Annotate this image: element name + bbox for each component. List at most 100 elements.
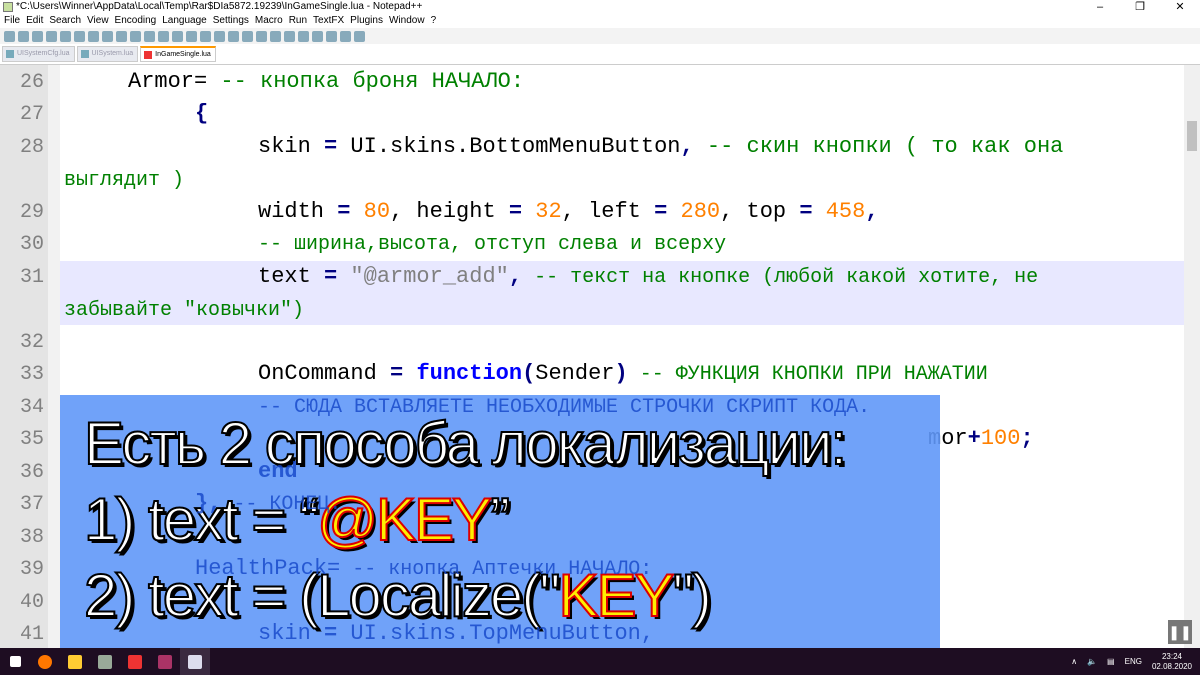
network-icon[interactable]: ▤ bbox=[1107, 657, 1115, 666]
taskbar-firefox[interactable] bbox=[30, 648, 60, 675]
save-all-icon[interactable] bbox=[46, 30, 57, 42]
open-file-icon[interactable] bbox=[18, 30, 29, 42]
menu-view[interactable]: View bbox=[87, 15, 109, 26]
code-comment: -- ФУНКЦИЯ КНОПКИ ПРИ НАЖАТИИ bbox=[627, 363, 988, 386]
tab-uisystem[interactable]: UISystem.lua bbox=[76, 46, 139, 62]
menu-file[interactable]: File bbox=[4, 15, 20, 26]
language-indicator[interactable]: ENG bbox=[1125, 657, 1142, 666]
taskbar-notepadpp[interactable] bbox=[180, 648, 210, 675]
run-macro-icon[interactable] bbox=[340, 30, 351, 42]
code-token: , top bbox=[720, 199, 800, 224]
menu-encoding[interactable]: Encoding bbox=[115, 15, 157, 26]
notepad-icon bbox=[188, 654, 202, 669]
toolbar bbox=[0, 28, 1200, 44]
taskbar-explorer[interactable] bbox=[60, 648, 90, 675]
code-line-26: Armor= -- кнопка броня НАЧАЛО: bbox=[128, 69, 524, 94]
scrollbar-thumb[interactable] bbox=[1187, 121, 1197, 151]
undo-icon[interactable] bbox=[144, 30, 155, 42]
menu-search[interactable]: Search bbox=[49, 15, 81, 26]
app-icon bbox=[98, 654, 112, 669]
code-token: OnCommand bbox=[258, 361, 377, 386]
caption-text: ") bbox=[672, 561, 713, 630]
caption-overlay: Есть 2 способа локализации: 1) text = “@… bbox=[60, 395, 940, 648]
code-line-39: HealthPack= -- кнопка Аптечки НАЧАЛО: bbox=[195, 556, 652, 581]
taskbar-winrar[interactable] bbox=[150, 648, 180, 675]
line-number: 39 bbox=[19, 558, 44, 581]
tab-bar: UISystemCfg.lua UISystem.lua InGameSingl… bbox=[0, 46, 216, 62]
code-comment: -- текст на кнопке (любой какой хотите, … bbox=[522, 266, 1039, 289]
title-bar: *C:\Users\Winner\AppData\Local\Temp\Rar$… bbox=[0, 0, 1200, 14]
chevron-up-icon[interactable]: ∧ bbox=[1071, 657, 1077, 666]
line-number: 28 bbox=[19, 136, 44, 159]
line-number: 41 bbox=[19, 623, 44, 646]
line-number: 34 bbox=[19, 396, 44, 419]
code-token: }, bbox=[195, 491, 222, 516]
close-icon[interactable] bbox=[60, 30, 71, 42]
code-comment: -- скин кнопки ( то как она bbox=[693, 134, 1064, 159]
new-file-icon[interactable] bbox=[4, 30, 15, 42]
zoom-in-icon[interactable] bbox=[200, 30, 211, 42]
code-line-30: -- ширина,высота, отступ слева и всерху bbox=[258, 233, 727, 256]
menu-settings[interactable]: Settings bbox=[213, 15, 249, 26]
vertical-scrollbar[interactable] bbox=[1184, 65, 1200, 649]
caption-line-1: Есть 2 способа локализации: bbox=[83, 409, 848, 478]
menu-textfx[interactable]: TextFX bbox=[313, 15, 344, 26]
sync-h-icon[interactable] bbox=[242, 30, 253, 42]
tab-ingamesingle[interactable]: InGameSingle.lua bbox=[140, 46, 216, 62]
line-number: 29 bbox=[19, 201, 44, 224]
caption-text: ” bbox=[489, 485, 511, 554]
taskbar-app[interactable] bbox=[90, 648, 120, 675]
caption-key: @KEY bbox=[316, 485, 493, 554]
save-macro-icon[interactable] bbox=[354, 30, 365, 42]
code-line-36: end bbox=[258, 459, 298, 484]
find-icon[interactable] bbox=[172, 30, 183, 42]
stop-macro-icon[interactable] bbox=[312, 30, 323, 42]
code-line-41: skin = UI.skins.TopMenuButton, bbox=[258, 621, 654, 646]
play-macro-icon[interactable] bbox=[326, 30, 337, 42]
menu-plugins[interactable]: Plugins bbox=[350, 15, 383, 26]
s-app-icon bbox=[128, 654, 142, 669]
code-line-29: width = 80, height = 32, left = 280, top… bbox=[258, 199, 879, 224]
word-wrap-icon[interactable] bbox=[256, 30, 267, 42]
menu-edit[interactable]: Edit bbox=[26, 15, 43, 26]
minimize-button[interactable]: – bbox=[1080, 0, 1120, 14]
folder-icon bbox=[68, 654, 82, 669]
record-macro-icon[interactable] bbox=[298, 30, 309, 42]
code-line-35: mor+100; bbox=[928, 426, 1034, 451]
taskbar-app-s[interactable] bbox=[120, 648, 150, 675]
show-all-chars-icon[interactable] bbox=[270, 30, 281, 42]
menu-macro[interactable]: Macro bbox=[255, 15, 283, 26]
menu-language[interactable]: Language bbox=[162, 15, 207, 26]
close-button[interactable]: ✕ bbox=[1160, 0, 1200, 14]
menu-help[interactable]: ? bbox=[431, 15, 437, 26]
cut-icon[interactable] bbox=[102, 30, 113, 42]
menu-window[interactable]: Window bbox=[389, 15, 425, 26]
taskbar: ∧ 🔈 ▤ ENG 23:24 02.08.2020 bbox=[0, 648, 1200, 675]
window-title: *C:\Users\Winner\AppData\Local\Temp\Rar$… bbox=[16, 1, 423, 12]
replace-icon[interactable] bbox=[186, 30, 197, 42]
indent-guide-icon[interactable] bbox=[284, 30, 295, 42]
paste-icon[interactable] bbox=[130, 30, 141, 42]
code-token: = bbox=[390, 361, 404, 386]
copy-icon[interactable] bbox=[116, 30, 127, 42]
code-string: "@armor_add" bbox=[350, 264, 509, 289]
zoom-out-icon[interactable] bbox=[214, 30, 225, 42]
close-all-icon[interactable] bbox=[74, 30, 85, 42]
clock[interactable]: 23:24 02.08.2020 bbox=[1152, 652, 1192, 672]
maximize-button[interactable]: ❐ bbox=[1120, 0, 1160, 14]
pause-icon[interactable]: ❚❚ bbox=[1168, 620, 1192, 644]
line-number: 32 bbox=[19, 331, 44, 354]
code-token: width bbox=[258, 199, 325, 224]
start-button[interactable] bbox=[0, 648, 30, 675]
redo-icon[interactable] bbox=[158, 30, 169, 42]
tab-uisystemcfg[interactable]: UISystemCfg.lua bbox=[2, 46, 75, 62]
volume-icon[interactable]: 🔈 bbox=[1087, 657, 1097, 666]
print-icon[interactable] bbox=[88, 30, 99, 42]
sync-v-icon[interactable] bbox=[228, 30, 239, 42]
code-line-28-wrap: выглядит ) bbox=[64, 169, 185, 192]
fold-margin[interactable] bbox=[48, 65, 60, 649]
save-icon[interactable] bbox=[32, 30, 43, 42]
line-number: 40 bbox=[19, 591, 44, 614]
menu-run[interactable]: Run bbox=[289, 15, 307, 26]
firefox-icon bbox=[38, 654, 52, 669]
